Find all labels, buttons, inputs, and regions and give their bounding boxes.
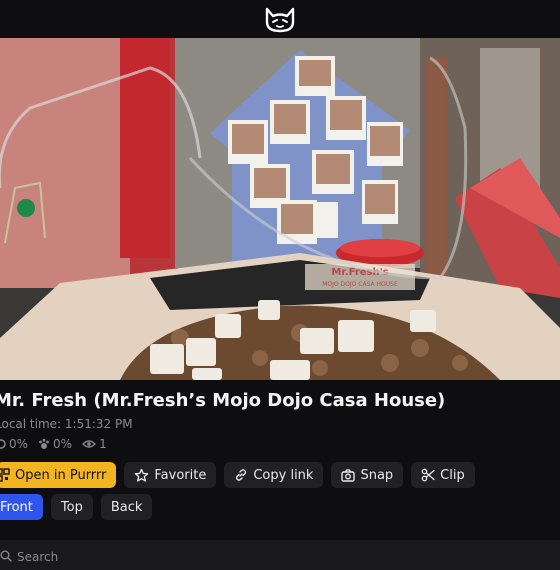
clip-button[interactable]: Clip (411, 462, 475, 488)
favorite-button[interactable]: Favorite (124, 462, 217, 488)
search-icon (0, 550, 12, 562)
open-in-purrrr-button[interactable]: Open in Purrrr (0, 462, 117, 488)
percent-icon (0, 439, 6, 449)
stream-stats: 0% 0% 1 (0, 437, 107, 451)
top-camera-label: Top (60, 499, 83, 515)
camera-icon (341, 468, 356, 482)
clip-label: Clip (440, 467, 465, 483)
snap-label: Snap (360, 467, 394, 483)
back-camera-label: Back (110, 499, 143, 515)
stat-value: 0% (9, 437, 29, 451)
star-icon (135, 468, 149, 482)
stat-item: 0% (38, 437, 72, 451)
top-camera-button[interactable]: Top (50, 494, 93, 520)
copy-link-button[interactable]: Copy link (224, 462, 324, 488)
snap-button[interactable]: Snap (331, 462, 404, 488)
search-placeholder: Search (17, 550, 59, 564)
paw-icon (39, 438, 49, 449)
link-icon (236, 469, 247, 481)
action-buttons: Open in Purrrr Favorite Copy link Snap C… (0, 462, 475, 488)
local-time: Local time: 1:51:32 PM (0, 417, 133, 431)
camera-feed-image[interactable]: Mr.Fresh's MOJO DOJO CASA HOUSE (0, 38, 560, 380)
search-input[interactable]: Search (0, 540, 560, 570)
camera-angle-buttons: Front Top Back (0, 494, 153, 520)
stat-value: 0% (53, 437, 73, 451)
stream-title: Mr. Fresh (Mr.Fresh’s Mojo Dojo Casa Hou… (0, 390, 446, 411)
favorite-label: Favorite (154, 467, 207, 483)
stat-item: 0% (0, 437, 28, 451)
stat-item: 1 (82, 437, 107, 451)
copy-link-label: Copy link (253, 467, 314, 483)
front-camera-button[interactable]: Front (0, 494, 43, 520)
front-camera-label: Front (0, 499, 33, 515)
qr-code-icon (0, 468, 10, 482)
back-camera-button[interactable]: Back (100, 494, 153, 520)
eye-icon (82, 440, 97, 448)
scissors-icon (421, 468, 435, 482)
top-bar (0, 0, 560, 38)
open-in-purrrr-label: Open in Purrrr (15, 467, 107, 483)
cat-face-logo-icon[interactable] (263, 4, 297, 34)
stat-value: 1 (99, 437, 107, 451)
mat-sub-text: MOJO DOJO CASA HOUSE (322, 281, 398, 288)
